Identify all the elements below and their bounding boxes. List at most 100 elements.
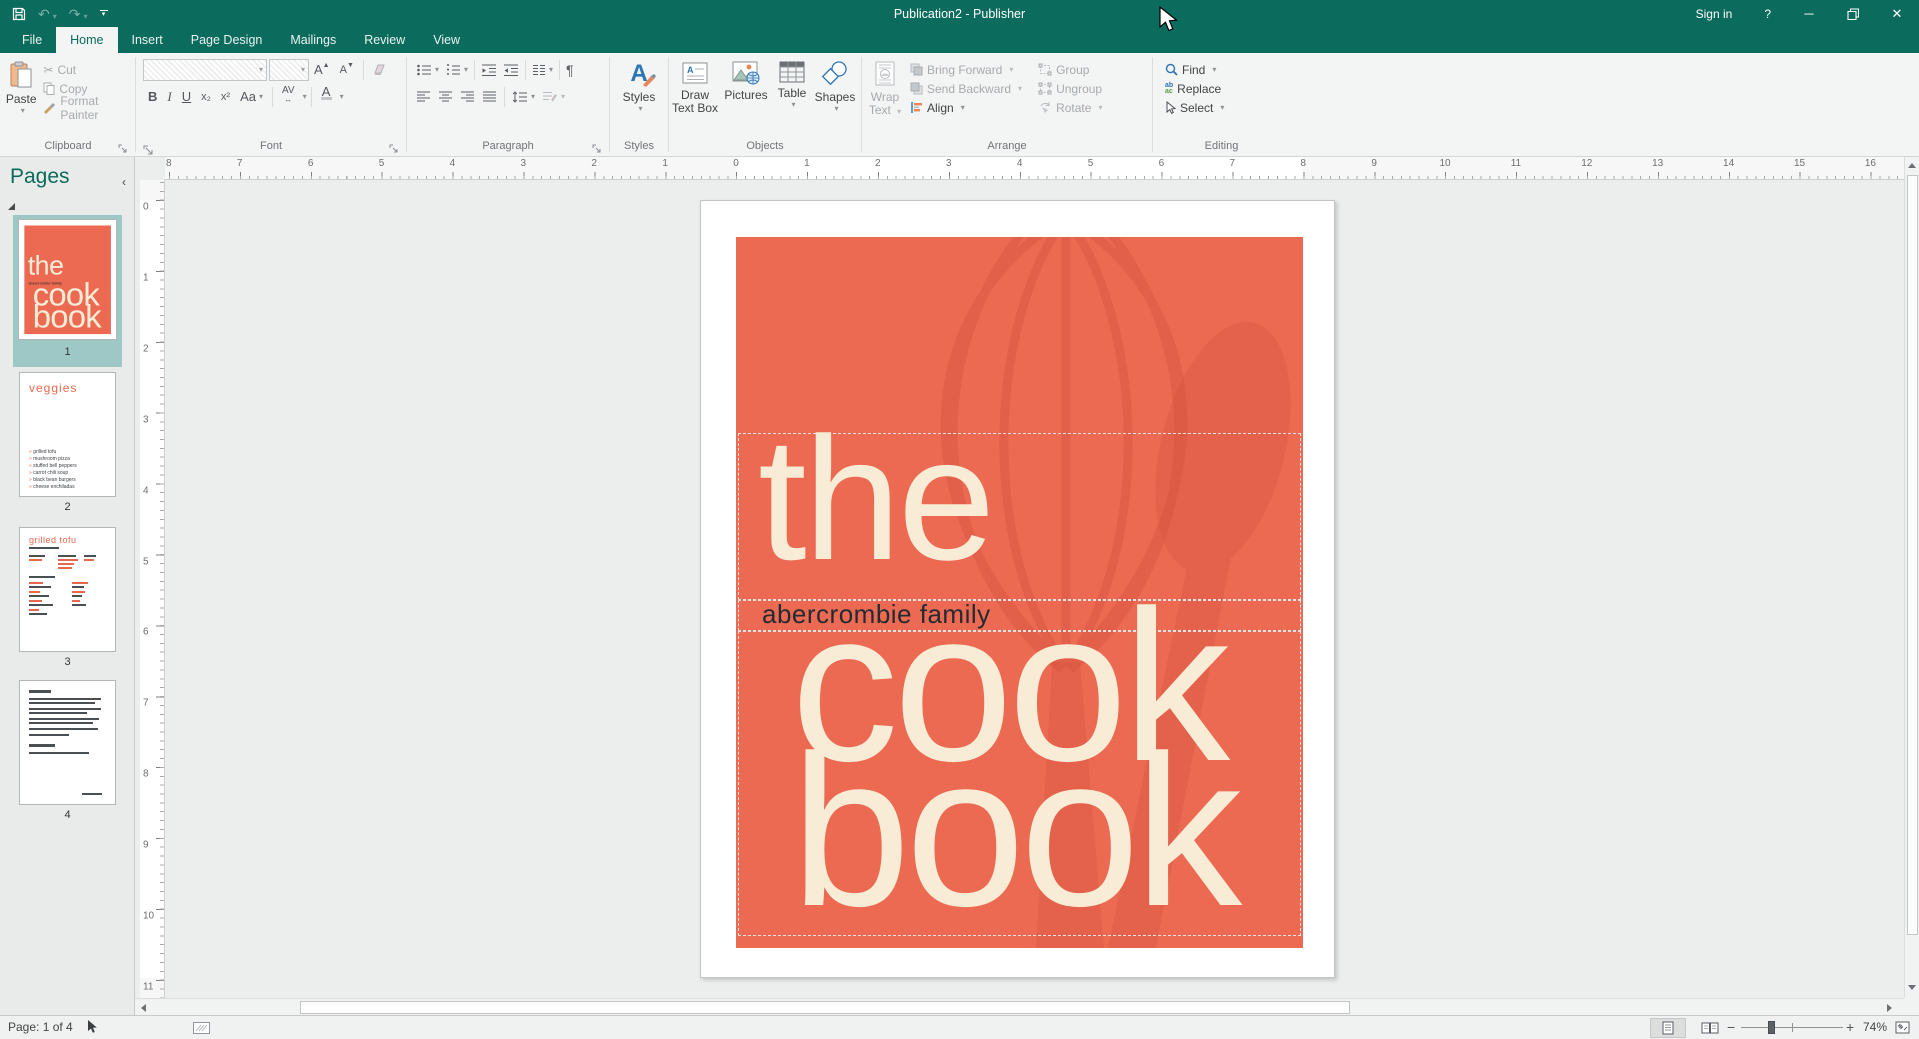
shapes-button[interactable]: Shapes ▾ <box>812 56 858 136</box>
font-dialog-launcher[interactable] <box>389 144 400 155</box>
scroll-right-icon[interactable] <box>1887 1004 1892 1012</box>
restore-button[interactable] <box>1831 0 1875 27</box>
publication-page[interactable]: the abercrombie family cook book <box>700 200 1335 978</box>
underline-button[interactable]: U <box>177 86 196 108</box>
help-button[interactable]: ? <box>1748 0 1787 27</box>
vertical-scrollbar-thumb[interactable] <box>1907 175 1918 935</box>
character-spacing-button[interactable]: AV↔ <box>277 86 300 108</box>
zoom-out-button[interactable]: − <box>1727 1019 1735 1035</box>
group-button[interactable]: Group <box>1035 60 1105 79</box>
rotate-button[interactable]: Rotate▾ <box>1035 98 1105 117</box>
draw-text-box-icon: A <box>682 61 708 85</box>
thumbnail-2-list-item: » grilled tofu <box>29 449 77 456</box>
send-backward-button[interactable]: Send Backward▾ <box>907 79 1025 98</box>
tab-insert[interactable]: Insert <box>118 27 177 53</box>
replace-button[interactable]: abac Replace <box>1162 79 1289 98</box>
bring-forward-icon <box>910 63 923 76</box>
page-number-2[interactable]: 2 <box>13 501 122 513</box>
tab-home[interactable]: Home <box>56 27 117 53</box>
horizontal-scrollbar-thumb[interactable] <box>300 1001 1350 1014</box>
bold-button[interactable]: B <box>143 86 162 108</box>
tab-review[interactable]: Review <box>350 27 419 53</box>
line-spacing-button[interactable]: ▾ <box>512 90 535 104</box>
paragraph-shading-button[interactable]: ▾ <box>542 90 565 103</box>
page-number-3[interactable]: 3 <box>13 656 122 668</box>
bullets-button[interactable]: ▾ <box>416 63 439 77</box>
tab-view[interactable]: View <box>419 27 474 53</box>
page-thumbnail-4[interactable] <box>19 680 116 805</box>
styles-button[interactable]: A Styles ▾ <box>611 56 667 136</box>
zoom-level[interactable]: 74% <box>1863 1020 1887 1034</box>
send-backward-icon <box>910 82 923 95</box>
font-size-combo[interactable]: ▾ <box>269 59 309 81</box>
select-button[interactable]: Select▾ <box>1162 98 1289 117</box>
justify-button[interactable] <box>482 90 497 103</box>
h-ruler-mark: 4 <box>450 158 456 169</box>
fit-page-button[interactable] <box>1895 1021 1910 1034</box>
increase-indent-button[interactable] <box>503 63 519 77</box>
numbering-button[interactable]: ▾ <box>445 63 468 77</box>
page-thumbnail-1[interactable]: the abercrombie family cook book <box>18 219 117 340</box>
sign-in-button[interactable]: Sign in <box>1680 0 1749 27</box>
scroll-up-icon[interactable] <box>1908 163 1916 168</box>
align-center-button[interactable] <box>438 90 453 103</box>
vertical-scrollbar[interactable] <box>1904 157 1919 998</box>
h-ruler-mark: 13 <box>1652 158 1663 169</box>
clear-formatting-button[interactable] <box>368 59 392 81</box>
tab-mailings[interactable]: Mailings <box>276 27 350 53</box>
vertical-ruler: 01234567891011 <box>140 180 165 998</box>
scroll-down-icon[interactable] <box>1908 985 1916 990</box>
h-ruler-mark: 8 <box>1300 158 1306 169</box>
table-button[interactable]: Table ▾ <box>772 56 812 136</box>
page-number-1[interactable]: 1 <box>13 346 122 358</box>
italic-button[interactable]: I <box>162 86 176 108</box>
font-name-combo[interactable]: ▾ <box>143 59 267 81</box>
find-icon <box>1165 63 1178 76</box>
minimize-button[interactable]: ─ <box>1787 0 1831 27</box>
tab-file[interactable]: File <box>8 27 56 53</box>
zoom-slider-thumb[interactable] <box>1768 1021 1775 1034</box>
v-ruler-mark: 3 <box>143 414 149 425</box>
format-painter-button[interactable]: Format Painter <box>40 98 134 117</box>
page-thumbnail-3[interactable]: grilled tofu <box>19 527 116 652</box>
horizontal-scrollbar[interactable] <box>135 998 1904 1015</box>
two-page-view-button[interactable] <box>1692 1018 1728 1038</box>
zoom-in-button[interactable]: + <box>1846 1019 1854 1035</box>
ruler-origin-icon[interactable] <box>143 145 155 156</box>
single-page-view-button[interactable] <box>1650 1018 1686 1038</box>
wrap-text-button[interactable]: WrapText ▾ <box>863 56 907 136</box>
change-case-button[interactable]: Aa▾ <box>235 86 268 108</box>
paragraph-dialog-launcher[interactable] <box>592 144 603 155</box>
page-indicator[interactable]: Page: 1 of 4 <box>8 1020 73 1034</box>
cut-button[interactable]: ✂ Cut <box>40 60 134 79</box>
collapse-pages-panel-icon[interactable]: ‹ <box>122 175 126 189</box>
canvas[interactable]: the abercrombie family cook book <box>165 180 1904 998</box>
columns-button[interactable]: ▾ <box>532 63 553 77</box>
pictures-button[interactable]: Pictures <box>720 56 772 136</box>
align-right-button[interactable] <box>460 90 475 103</box>
subscript-button[interactable]: x₂ <box>196 86 216 108</box>
h-ruler-mark: 9 <box>1371 158 1377 169</box>
align-left-button[interactable] <box>416 90 431 103</box>
align-button[interactable]: Align▾ <box>907 98 1025 117</box>
find-button[interactable]: Find▾ <box>1162 60 1289 79</box>
font-color-button[interactable]: A <box>316 86 337 108</box>
special-characters-button[interactable]: ¶ <box>566 62 574 78</box>
cover-background[interactable]: the abercrombie family cook book <box>736 237 1303 948</box>
superscript-button[interactable]: x² <box>216 86 235 108</box>
ungroup-button[interactable]: Ungroup <box>1035 79 1105 98</box>
paste-button[interactable]: Paste ▾ <box>2 56 40 136</box>
object-position-icon[interactable] <box>193 1022 210 1034</box>
draw-text-box-button[interactable]: A DrawText Box <box>670 56 720 136</box>
page-number-4[interactable]: 4 <box>13 809 122 821</box>
grow-font-button[interactable]: A▲ <box>309 59 335 81</box>
clipboard-dialog-launcher[interactable] <box>118 144 129 155</box>
scroll-left-icon[interactable] <box>141 1004 146 1012</box>
tab-page-design[interactable]: Page Design <box>177 27 277 53</box>
window-title: Publication2 - Publisher <box>0 0 1919 27</box>
bring-forward-button[interactable]: Bring Forward▾ <box>907 60 1025 79</box>
decrease-indent-button[interactable] <box>481 63 497 77</box>
close-button[interactable]: ✕ <box>1875 0 1919 27</box>
shrink-font-button[interactable]: A▼ <box>335 59 359 81</box>
page-thumbnail-2[interactable]: veggies » grilled tofu» mushroom pizza» … <box>19 372 116 497</box>
